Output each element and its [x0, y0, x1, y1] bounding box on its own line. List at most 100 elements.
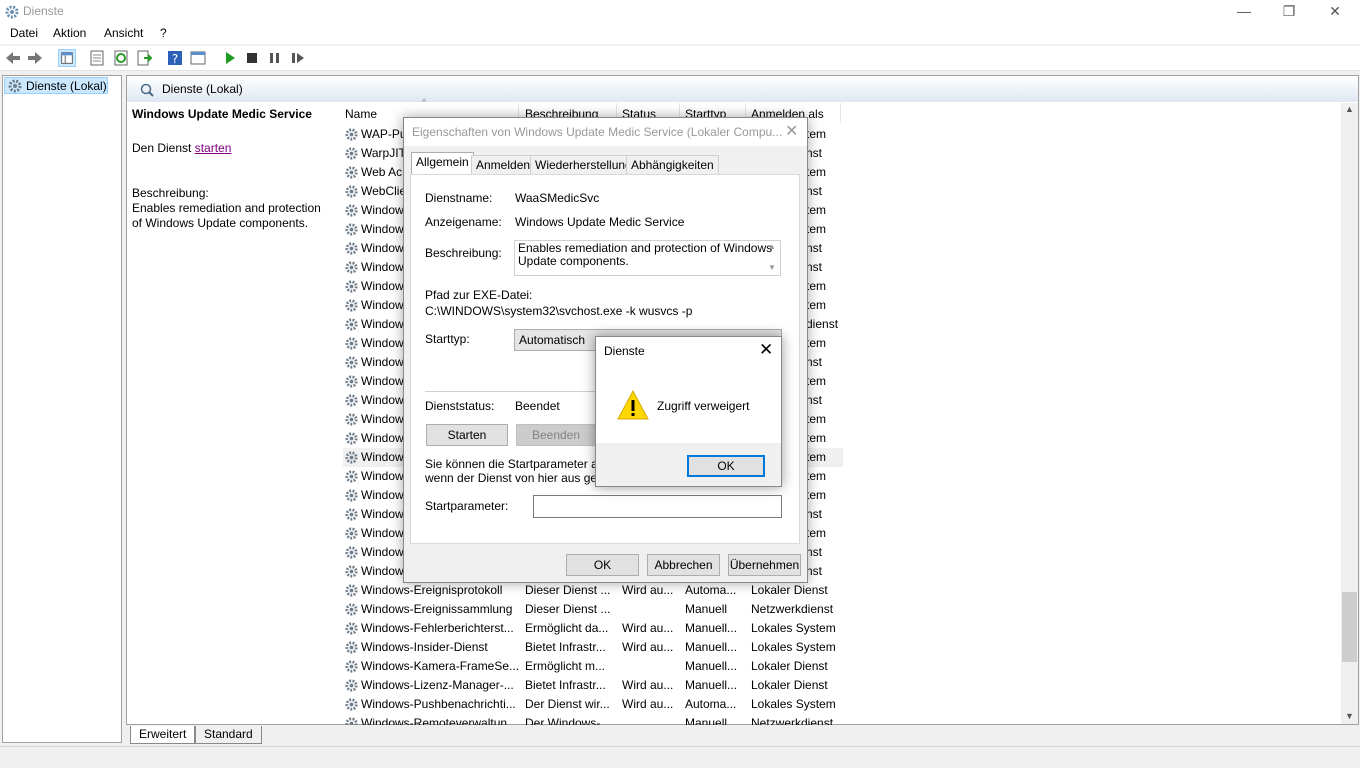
- alert-message: Zugriff verweigert: [657, 399, 750, 413]
- detail-desc-label: Beschreibung:: [132, 186, 209, 200]
- menu-help[interactable]: ?: [160, 26, 167, 40]
- tab-erweitert[interactable]: Erweitert: [130, 726, 196, 744]
- table-row[interactable]: Windows-Fehlerberichterst... Ermöglicht d…: [343, 619, 843, 638]
- apply-button[interactable]: Übernehmen: [728, 554, 801, 576]
- table-cell: Manuell: [685, 602, 728, 616]
- play-icon[interactable]: [221, 49, 239, 67]
- tab-anmelden[interactable]: Anmelden: [471, 155, 536, 174]
- close-button[interactable]: ✕: [1312, 0, 1358, 24]
- table-cell: WAP-Pu: [361, 127, 407, 141]
- tab-allgemein[interactable]: Allgemein: [411, 152, 474, 175]
- table-cell: Window: [361, 298, 404, 312]
- table-cell: Lokales System: [751, 640, 836, 654]
- search-icon: [140, 83, 154, 97]
- help-icon[interactable]: ?: [166, 49, 184, 67]
- tab-wiederherstellung[interactable]: Wiederherstellung: [530, 155, 637, 174]
- ok-button[interactable]: OK: [566, 554, 639, 576]
- properties-close-icon[interactable]: ✕: [785, 121, 798, 141]
- table-row[interactable]: Windows-Pushbenachrichti... Der Dienst wi…: [343, 695, 843, 714]
- scroll-down-icon[interactable]: ▼: [1345, 711, 1354, 721]
- chevron-down-icon[interactable]: ▼: [768, 263, 776, 272]
- table-cell: Window: [361, 279, 404, 293]
- table-cell: Lokaler Dienst: [751, 659, 828, 673]
- gear-icon: [345, 280, 358, 293]
- table-cell: tem: [806, 127, 827, 141]
- column-header-name[interactable]: Name: [345, 107, 377, 121]
- stop-button[interactable]: Beenden: [516, 424, 596, 446]
- detail-start-text: Den Dienst starten: [132, 141, 231, 155]
- table-cell: Window: [361, 412, 404, 426]
- table-cell: Window: [361, 203, 404, 217]
- table-cell: Wird au...: [622, 678, 674, 692]
- start-params-hint-2: wenn der Dienst von hier aus gestar: [425, 471, 618, 485]
- table-cell: Automa...: [685, 583, 737, 597]
- chevron-up-icon[interactable]: ▲: [768, 242, 776, 251]
- tab-abhaengigkeiten[interactable]: Abhängigkeiten: [626, 155, 719, 174]
- description-box[interactable]: Enables remediation and protection of Wi…: [514, 240, 781, 276]
- table-cell: Web Ac: [361, 165, 403, 179]
- table-cell: Window: [361, 450, 404, 464]
- table-cell: Lokales System: [751, 621, 836, 635]
- table-cell: tem: [806, 450, 827, 464]
- table-row[interactable]: Windows-Lizenz-Manager-... Bietet Infrast…: [343, 676, 843, 695]
- table-cell: dienst: [806, 317, 839, 331]
- gear-icon: [345, 166, 358, 179]
- back-arrow-icon[interactable]: [4, 49, 22, 67]
- table-row[interactable]: Windows-Ereignissammlung Dieser Dienst ..…: [343, 600, 843, 619]
- alert-ok-button[interactable]: OK: [687, 455, 765, 477]
- start-service-link[interactable]: starten: [195, 141, 232, 155]
- scrollbar-thumb[interactable]: [1342, 592, 1357, 662]
- minimize-button[interactable]: —: [1221, 0, 1267, 24]
- scroll-up-icon[interactable]: ▲: [1345, 104, 1354, 114]
- forward-arrow-icon[interactable]: [26, 49, 44, 67]
- menu-bar: [0, 24, 1360, 44]
- tab-standard[interactable]: Standard: [195, 726, 262, 744]
- table-cell: Manuell...: [685, 621, 738, 635]
- table-cell: Windows-Kamera-FrameSe...: [361, 659, 520, 673]
- properties-title: Eigenschaften von Windows Update Medic S…: [412, 125, 783, 139]
- pause-icon[interactable]: [266, 49, 284, 67]
- cancel-button[interactable]: Abbrechen: [647, 554, 720, 576]
- gear-icon: [345, 470, 358, 483]
- view-tabs: [126, 725, 1359, 745]
- gear-icon: [345, 128, 358, 141]
- stop-icon[interactable]: [243, 49, 261, 67]
- start-button[interactable]: Starten: [426, 424, 508, 446]
- exe-path-value: C:\WINDOWS\system32\svchost.exe -k wusvc…: [425, 304, 693, 318]
- table-cell: tem: [806, 165, 827, 179]
- pane-header-title: Dienste (Lokal): [162, 82, 243, 96]
- restart-icon[interactable]: [289, 49, 307, 67]
- detail-description: Enables remediation and protection of Wi…: [132, 201, 321, 230]
- details-view-icon[interactable]: [189, 49, 207, 67]
- menu-aktion[interactable]: Aktion: [53, 26, 86, 40]
- gear-icon: [345, 413, 358, 426]
- alert-title: Dienste: [604, 344, 645, 358]
- refresh-icon[interactable]: [112, 49, 130, 67]
- menu-datei[interactable]: Datei: [10, 26, 38, 40]
- table-cell: nst: [806, 355, 823, 369]
- menu-ansicht[interactable]: Ansicht: [104, 26, 143, 40]
- table-cell: nst: [806, 184, 823, 198]
- properties-sheet-icon[interactable]: [88, 49, 106, 67]
- alert-close-icon[interactable]: ✕: [759, 340, 773, 360]
- start-params-input[interactable]: [533, 495, 782, 518]
- tree-item-label: Dienste (Lokal): [26, 79, 107, 93]
- table-cell: Wird au...: [622, 583, 674, 597]
- table-cell: WarpJIT: [361, 146, 406, 160]
- gear-icon: [345, 527, 358, 540]
- console-tree-icon[interactable]: [58, 49, 76, 67]
- table-cell: Window: [361, 222, 404, 236]
- table-cell: Wird au...: [622, 697, 674, 711]
- table-row[interactable]: Windows-Kamera-FrameSe... Ermöglicht m...…: [343, 657, 843, 676]
- table-cell: WebClie: [361, 184, 407, 198]
- restore-button[interactable]: ❐: [1266, 0, 1312, 24]
- table-cell: Windows-Lizenz-Manager-...: [361, 678, 514, 692]
- gear-icon: [345, 679, 358, 692]
- table-row[interactable]: Windows-Insider-Dienst Bietet Infrastr...…: [343, 638, 843, 657]
- gear-icon: [345, 394, 358, 407]
- svg-text:?: ?: [172, 52, 178, 66]
- table-cell: Wird au...: [622, 640, 674, 654]
- table-cell: Window: [361, 374, 404, 388]
- table-row[interactable]: Windows-Ereignisprotokoll Dieser Dienst .…: [343, 581, 843, 600]
- export-list-icon[interactable]: [135, 49, 153, 67]
